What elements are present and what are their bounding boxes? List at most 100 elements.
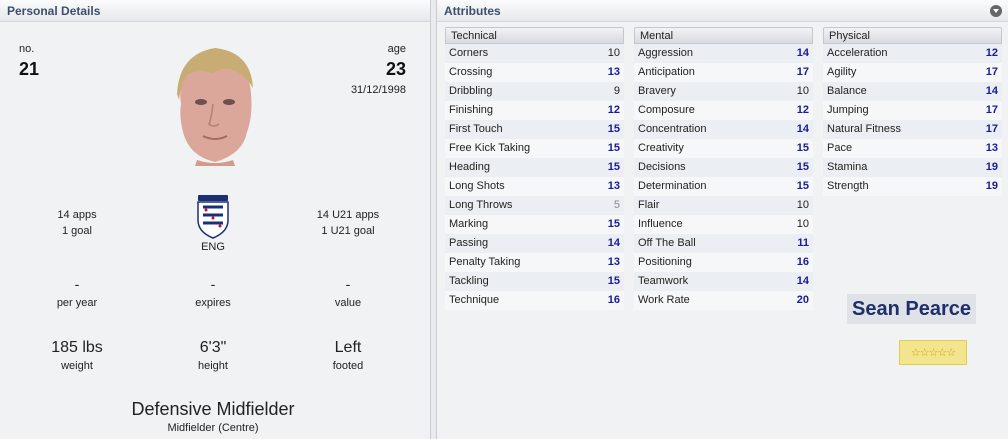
attribute-row[interactable]: Tackling 15 <box>445 272 624 291</box>
senior-goals: 1 goal <box>62 225 92 237</box>
personal-details-panel: Personal Details no. 21 age 23 31/12/199… <box>0 0 431 439</box>
attributes-panel: Attributes Technical Corners 10 Crossing 13… <box>436 0 1008 439</box>
attribute-row[interactable]: Acceleration 12 <box>823 44 1002 63</box>
attribute-label: Anticipation <box>638 66 695 78</box>
attribute-row[interactable]: Influence 10 <box>634 215 813 234</box>
attribute-value: 15 <box>607 142 620 154</box>
attribute-label: Pace <box>827 142 853 154</box>
weight-label: weight <box>61 360 93 372</box>
attribute-label: Jumping <box>827 104 869 116</box>
physical-column: Physical Acceleration 12 Agility 17 Balance 1… <box>823 27 1002 196</box>
attribute-row[interactable]: Strength 19 <box>823 177 1002 196</box>
attribute-value: 12 <box>607 104 620 116</box>
attribute-row[interactable]: Determination 15 <box>634 177 813 196</box>
attribute-value: 10 <box>796 199 809 211</box>
attribute-label: Influence <box>638 218 683 230</box>
attribute-label: Corners <box>449 47 489 59</box>
attribute-row[interactable]: First Touch 15 <box>445 120 624 139</box>
attribute-value: 9 <box>613 85 620 97</box>
attribute-row[interactable]: Composure 12 <box>634 101 813 120</box>
attribute-value: 12 <box>985 47 998 59</box>
attribute-value: 15 <box>607 123 620 135</box>
chevron-down-icon[interactable] <box>990 5 1002 17</box>
attribute-row[interactable]: Penalty Taking 13 <box>445 253 624 272</box>
player-profile: Personal Details no. 21 age 23 31/12/199… <box>0 0 1008 439</box>
attribute-value: 15 <box>607 218 620 230</box>
attribute-row[interactable]: Positioning 16 <box>634 253 813 272</box>
attribute-label: Flair <box>638 199 660 211</box>
attribute-value: 17 <box>985 123 998 135</box>
attribute-label: Finishing <box>449 104 494 116</box>
attribute-label: Concentration <box>638 123 707 135</box>
attribute-row[interactable]: Agility 17 <box>823 63 1002 82</box>
attribute-row[interactable]: Passing 14 <box>445 234 624 253</box>
position-title: Defensive Midfielder <box>131 399 295 419</box>
attribute-label: Aggression <box>638 47 694 59</box>
attribute-value: 14 <box>985 85 998 97</box>
attribute-row[interactable]: Teamwork 14 <box>634 272 813 291</box>
attribute-row[interactable]: Dribbling 9 <box>445 82 624 101</box>
attribute-value: 5 <box>613 199 620 211</box>
attribute-value: 16 <box>607 294 620 306</box>
attribute-value: 15 <box>796 180 809 192</box>
attribute-row[interactable]: Work Rate 20 <box>634 291 813 310</box>
star-icon: ☆☆☆☆☆ <box>910 347 956 359</box>
age-label: age <box>387 43 406 55</box>
attribute-row[interactable]: Decisions 15 <box>634 158 813 177</box>
attribute-value: 15 <box>607 275 620 287</box>
player-name: Sean Pearce <box>847 294 976 324</box>
attribute-label: Tackling <box>449 275 489 287</box>
attribute-value: 14 <box>796 275 809 287</box>
attribute-row[interactable]: Flair 10 <box>634 196 813 215</box>
attribute-row[interactable]: Long Throws 5 <box>445 196 624 215</box>
attribute-label: Composure <box>638 104 695 116</box>
attribute-label: Decisions <box>638 161 686 173</box>
attribute-value: 15 <box>607 161 620 173</box>
attribute-label: Off The Ball <box>638 237 696 249</box>
attribute-row[interactable]: Aggression 14 <box>634 44 813 63</box>
attribute-row[interactable]: Long Shots 13 <box>445 177 624 196</box>
attribute-label: Bravery <box>638 85 676 97</box>
attribute-row[interactable]: Finishing 12 <box>445 101 624 120</box>
age-value: 23 <box>385 59 406 79</box>
attribute-label: Work Rate <box>638 294 690 306</box>
attribute-row[interactable]: Stamina 19 <box>823 158 1002 177</box>
height-value: 6'3" <box>199 339 227 356</box>
attribute-row[interactable]: Anticipation 17 <box>634 63 813 82</box>
attribute-row[interactable]: Creativity 15 <box>634 139 813 158</box>
attribute-row[interactable]: Natural Fitness 17 <box>823 120 1002 139</box>
attribute-row[interactable]: Free Kick Taking 15 <box>445 139 624 158</box>
star-rating: ☆☆☆☆☆ <box>899 340 967 365</box>
attribute-label: Heading <box>449 161 490 173</box>
attribute-row[interactable]: Jumping 17 <box>823 101 1002 120</box>
attribute-value: 13 <box>607 180 620 192</box>
attribute-row[interactable]: Crossing 13 <box>445 63 624 82</box>
attribute-row[interactable]: Bravery 10 <box>634 82 813 101</box>
value-value: - <box>345 276 351 292</box>
attribute-row[interactable]: Concentration 14 <box>634 120 813 139</box>
attribute-label: Penalty Taking <box>449 256 521 268</box>
attribute-value: 13 <box>607 256 620 268</box>
attribute-row[interactable]: Off The Ball 11 <box>634 234 813 253</box>
attribute-label: Agility <box>827 66 857 78</box>
attribute-label: Strength <box>827 180 869 192</box>
attribute-row[interactable]: Balance 14 <box>823 82 1002 101</box>
attribute-value: 17 <box>796 66 809 78</box>
attribute-value: 10 <box>607 47 620 59</box>
preferred-foot-label: footed <box>332 360 364 372</box>
attribute-label: Long Shots <box>449 180 505 192</box>
senior-apps: 14 apps <box>57 209 97 221</box>
attribute-label: Teamwork <box>638 275 689 287</box>
attribute-row[interactable]: Pace 13 <box>823 139 1002 158</box>
attribute-row[interactable]: Corners 10 <box>445 44 624 63</box>
attribute-row[interactable]: Technique 16 <box>445 291 624 310</box>
attribute-value: 16 <box>796 256 809 268</box>
attribute-label: First Touch <box>449 123 503 135</box>
date-of-birth: 31/12/1998 <box>350 84 406 96</box>
attribute-row[interactable]: Marking 15 <box>445 215 624 234</box>
attribute-label: Passing <box>449 237 489 249</box>
attribute-value: 17 <box>985 104 998 116</box>
mental-header: Mental <box>634 27 813 44</box>
attribute-label: Technique <box>449 294 500 306</box>
attribute-row[interactable]: Heading 15 <box>445 158 624 177</box>
